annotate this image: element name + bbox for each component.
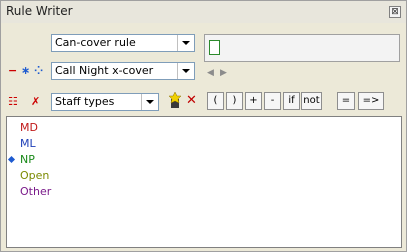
implies-button[interactable]: => (358, 92, 384, 110)
equals-button[interactable]: = (337, 92, 355, 110)
list-item[interactable]: Open (20, 169, 49, 182)
list-item-label: ML (20, 137, 36, 150)
title-bar: Rule Writer ⊠ (1, 1, 406, 23)
new-rule-icon[interactable]: ∗ (21, 65, 30, 76)
if-button[interactable]: if (283, 92, 300, 110)
document-icon (209, 40, 220, 55)
window-title: Rule Writer (6, 4, 73, 18)
rule-preview-box (204, 34, 400, 62)
selected-bullet-icon (7, 155, 16, 164)
list-item[interactable]: NP (20, 153, 35, 166)
close-icon[interactable]: ⊠ (389, 6, 401, 18)
list-item-label: Open (20, 169, 50, 182)
rule-writer-window: Rule Writer ⊠ Can-cover rule − ∗ ⁘ Call … (0, 0, 407, 252)
rule-options-icon[interactable]: ⁘ (34, 65, 43, 76)
list-view-icon[interactable]: ☷ (8, 96, 18, 107)
rule-value: Call Night x-cover (55, 64, 154, 77)
list-item[interactable]: ML (20, 137, 36, 150)
insert-item-icon[interactable] (168, 91, 182, 109)
open-paren-button[interactable]: ( (207, 92, 224, 110)
next-arrow-icon[interactable]: ▶ (220, 68, 227, 78)
list-item[interactable]: MD (20, 121, 38, 134)
list-item[interactable]: Other (20, 185, 51, 198)
clear-filter-icon[interactable]: ✗ (31, 96, 40, 107)
chevron-down-icon[interactable] (177, 35, 194, 51)
chevron-down-icon[interactable] (141, 94, 158, 110)
rule-type-value: Can-cover rule (55, 36, 136, 49)
plus-button[interactable]: + (245, 92, 262, 110)
staff-types-value: Staff types (55, 95, 115, 108)
chevron-down-icon[interactable] (177, 63, 194, 79)
list-item-label: MD (20, 121, 38, 134)
rule-type-dropdown[interactable]: Can-cover rule (51, 34, 195, 52)
remove-rule-icon[interactable]: − (8, 65, 17, 76)
previous-arrow-icon[interactable]: ◀ (207, 68, 214, 78)
staff-type-list[interactable]: MD ML NP Open Other (6, 116, 402, 248)
not-button[interactable]: not (301, 92, 322, 110)
minus-button[interactable]: - (264, 92, 281, 110)
list-item-label: Other (20, 185, 52, 198)
rule-dropdown[interactable]: Call Night x-cover (51, 62, 195, 80)
close-paren-button[interactable]: ) (226, 92, 243, 110)
list-item-label: NP (20, 153, 35, 166)
delete-item-icon[interactable]: ✕ (186, 94, 197, 107)
staff-types-dropdown[interactable]: Staff types (51, 93, 159, 111)
